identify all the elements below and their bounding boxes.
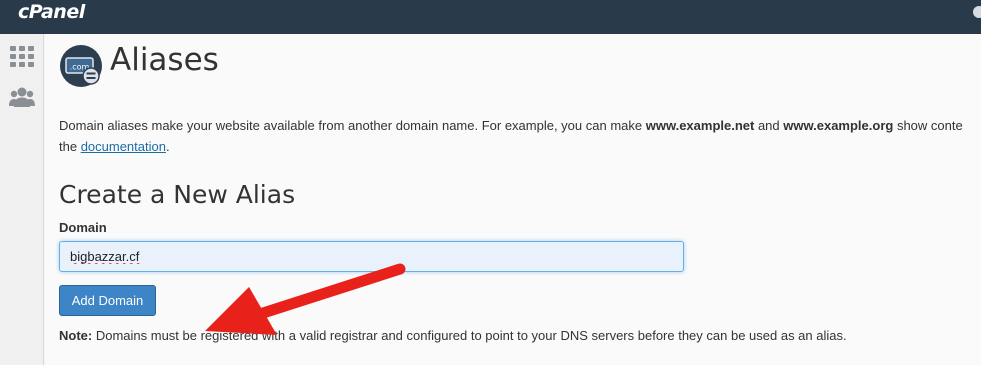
sidebar	[0, 34, 44, 365]
create-alias-heading: Create a New Alias	[59, 180, 296, 209]
users-icon[interactable]	[9, 84, 35, 110]
top-navbar: cPanel	[0, 0, 981, 34]
cpanel-logo[interactable]: cPanel	[18, 1, 85, 23]
add-domain-button[interactable]: Add Domain	[59, 285, 156, 316]
arrow-shaft	[254, 263, 406, 320]
documentation-link[interactable]: documentation	[81, 139, 166, 154]
example-domain-org: www.example.org	[783, 118, 894, 133]
domain-label: Domain	[59, 220, 107, 235]
example-domain-net: www.example.net	[645, 118, 755, 133]
dotcom-domain-icon: .com	[60, 45, 102, 87]
grid-icon[interactable]	[9, 44, 35, 70]
user-menu-icon[interactable]	[973, 6, 981, 18]
page-title: Aliases	[110, 42, 219, 78]
registration-note: Note: Domains must be registered with a …	[59, 328, 847, 343]
main-content: .com Aliases Domain aliases make your we…	[45, 34, 981, 365]
red-arrow-annotation	[205, 263, 406, 335]
page-description: Domain aliases make your website availab…	[59, 118, 963, 154]
